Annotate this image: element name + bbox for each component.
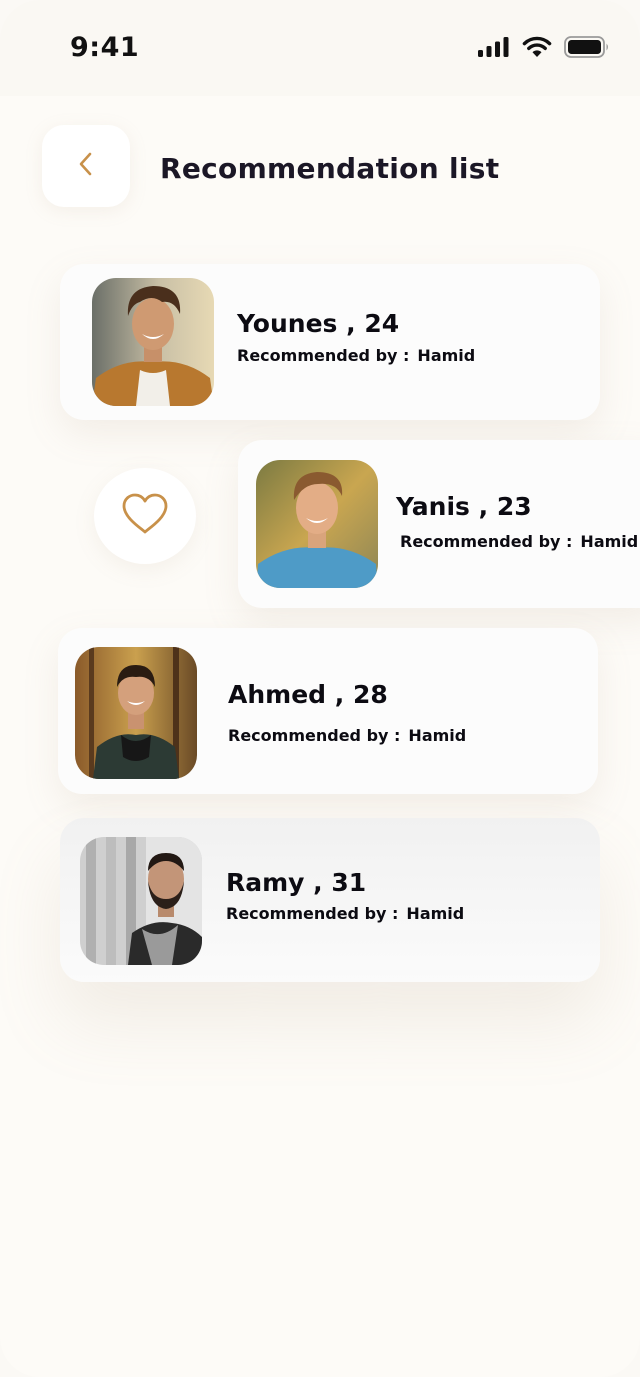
- recommender-name: Hamid: [406, 904, 465, 923]
- recommended-by-label: Recommended by :: [226, 904, 399, 923]
- recommendation-card[interactable]: Ramy , 31 Recommended by : Hamid: [60, 818, 600, 982]
- recommender-name: Hamid: [580, 532, 639, 551]
- app-screen: 9:41 Recommendation list Younes , 24 Rec…: [0, 0, 640, 1377]
- profile-name: Younes , 24: [237, 309, 400, 338]
- recommended-by-label: Recommended by :: [400, 532, 573, 551]
- recommender-name: Hamid: [417, 346, 476, 365]
- recommended-by-label: Recommended by :: [237, 346, 410, 365]
- recommended-by: Recommended by : Hamid: [237, 346, 475, 365]
- recommendation-card[interactable]: Yanis , 23 Recommended by : Hamid: [238, 440, 640, 608]
- profile-photo: [256, 460, 378, 588]
- back-button[interactable]: [42, 125, 130, 207]
- recommended-by: Recommended by : Hamid: [400, 532, 638, 551]
- status-time: 9:41: [70, 32, 140, 63]
- recommended-by: Recommended by : Hamid: [228, 726, 466, 745]
- profile-name: Ahmed , 28: [228, 680, 388, 709]
- like-button[interactable]: [94, 468, 196, 564]
- recommendation-card[interactable]: Ahmed , 28 Recommended by : Hamid: [58, 628, 598, 794]
- recommended-by: Recommended by : Hamid: [226, 904, 464, 923]
- profile-photo: [92, 278, 214, 406]
- recommender-name: Hamid: [408, 726, 467, 745]
- profile-name: Ramy , 31: [226, 868, 367, 897]
- chevron-left-icon: [76, 150, 96, 183]
- signal-icon: [478, 37, 510, 62]
- status-icons: [478, 36, 610, 63]
- status-bar: 9:41: [0, 0, 640, 96]
- heart-icon: [120, 492, 170, 541]
- recommendation-card[interactable]: Younes , 24 Recommended by : Hamid: [60, 264, 600, 420]
- recommended-by-label: Recommended by :: [228, 726, 401, 745]
- profile-photo: [80, 837, 202, 965]
- profile-photo: [75, 647, 197, 779]
- battery-icon: [564, 36, 610, 63]
- profile-name: Yanis , 23: [396, 492, 532, 521]
- wifi-icon: [522, 36, 552, 63]
- page-title: Recommendation list: [160, 152, 500, 185]
